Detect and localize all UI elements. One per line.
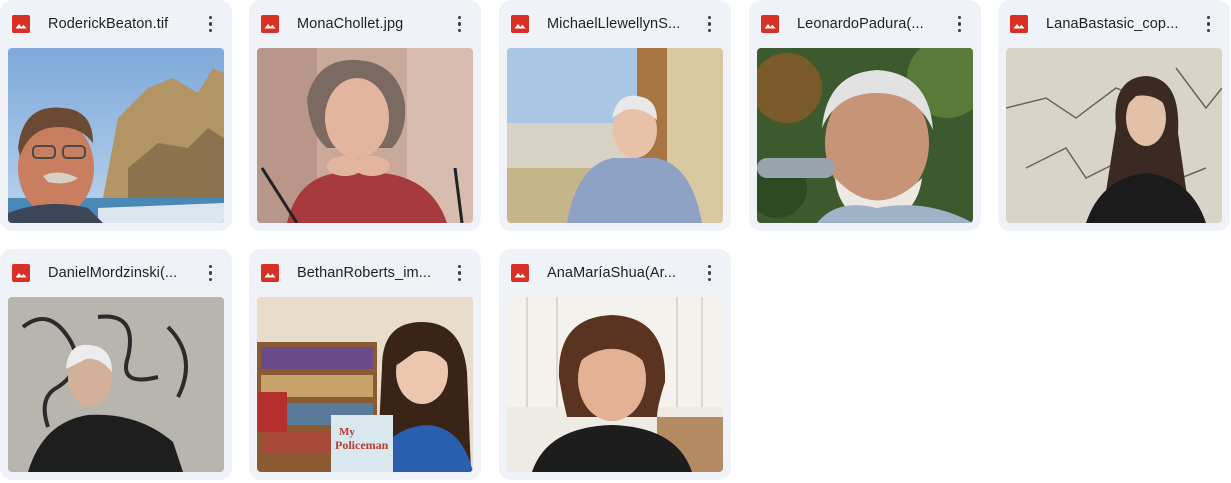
image-file-icon — [1010, 15, 1028, 33]
thumbnail-image[interactable] — [257, 48, 473, 223]
image-file-icon — [761, 15, 779, 33]
thumbnail-image[interactable] — [8, 48, 224, 223]
file-card-header: LanaBastasic_cop... — [998, 0, 1230, 48]
more-actions-icon[interactable] — [445, 10, 473, 38]
file-card-lana-bastasic[interactable]: LanaBastasic_cop... — [998, 0, 1230, 231]
file-card-header: LeonardoPadura(... — [749, 0, 981, 48]
file-card-header: DanielMordzinski(... — [0, 249, 232, 297]
file-name: RoderickBeaton.tif — [48, 16, 169, 32]
file-card-header: AnaMaríaShua(Ar... — [499, 249, 731, 297]
book-cover-title: Policeman — [335, 438, 389, 452]
more-actions-icon[interactable] — [695, 259, 723, 287]
file-name: LanaBastasic_cop... — [1046, 16, 1179, 32]
more-actions-icon[interactable] — [695, 10, 723, 38]
more-actions-icon[interactable] — [196, 259, 224, 287]
file-name: LeonardoPadura(... — [797, 16, 924, 32]
more-actions-icon[interactable] — [1194, 10, 1222, 38]
portrait-thumbnail — [1006, 48, 1222, 223]
portrait-thumbnail: My Policeman — [257, 297, 473, 472]
file-card-leonardo-padura[interactable]: LeonardoPadura(... — [749, 0, 981, 231]
file-card-michael-llewellyn[interactable]: MichaelLlewellynS... — [499, 0, 731, 231]
image-file-icon — [511, 264, 529, 282]
image-file-icon — [261, 15, 279, 33]
thumbnail-image[interactable] — [1006, 48, 1222, 223]
file-name: DanielMordzinski(... — [48, 265, 178, 281]
image-file-icon — [261, 264, 279, 282]
thumbnail-image[interactable] — [507, 297, 723, 472]
portrait-thumbnail — [507, 297, 723, 472]
portrait-thumbnail — [257, 48, 473, 223]
image-file-icon — [511, 15, 529, 33]
image-file-icon — [12, 15, 30, 33]
file-card-header: RoderickBeaton.tif — [0, 0, 232, 48]
file-name: BethanRoberts_im... — [297, 265, 432, 281]
file-name: MichaelLlewellynS... — [547, 16, 681, 32]
file-card-ana-maria-shua[interactable]: AnaMaríaShua(Ar... — [499, 249, 731, 480]
file-card-header: MichaelLlewellynS... — [499, 0, 731, 48]
more-actions-icon[interactable] — [445, 259, 473, 287]
file-card-header: BethanRoberts_im... — [249, 249, 481, 297]
file-card-bethan-roberts[interactable]: BethanRoberts_im... My Policeman — [249, 249, 481, 480]
thumbnail-image[interactable] — [507, 48, 723, 223]
portrait-thumbnail — [8, 48, 224, 223]
file-card-header: MonaChollet.jpg — [249, 0, 481, 48]
thumbnail-image[interactable] — [8, 297, 224, 472]
file-name: AnaMaríaShua(Ar... — [547, 265, 677, 281]
file-name: MonaChollet.jpg — [297, 16, 404, 32]
portrait-thumbnail — [8, 297, 224, 472]
book-cover-prefix: My — [339, 426, 355, 438]
portrait-thumbnail — [507, 48, 723, 223]
thumbnail-image[interactable]: My Policeman — [257, 297, 473, 472]
file-card-mona-chollet[interactable]: MonaChollet.jpg — [249, 0, 481, 231]
more-actions-icon[interactable] — [196, 10, 224, 38]
portrait-thumbnail — [757, 48, 973, 223]
image-file-icon — [12, 264, 30, 282]
more-actions-icon[interactable] — [945, 10, 973, 38]
file-card-daniel-mordzinski[interactable]: DanielMordzinski(... — [0, 249, 232, 480]
file-card-roderick-beaton[interactable]: RoderickBeaton.tif — [0, 0, 232, 231]
thumbnail-image[interactable] — [757, 48, 973, 223]
